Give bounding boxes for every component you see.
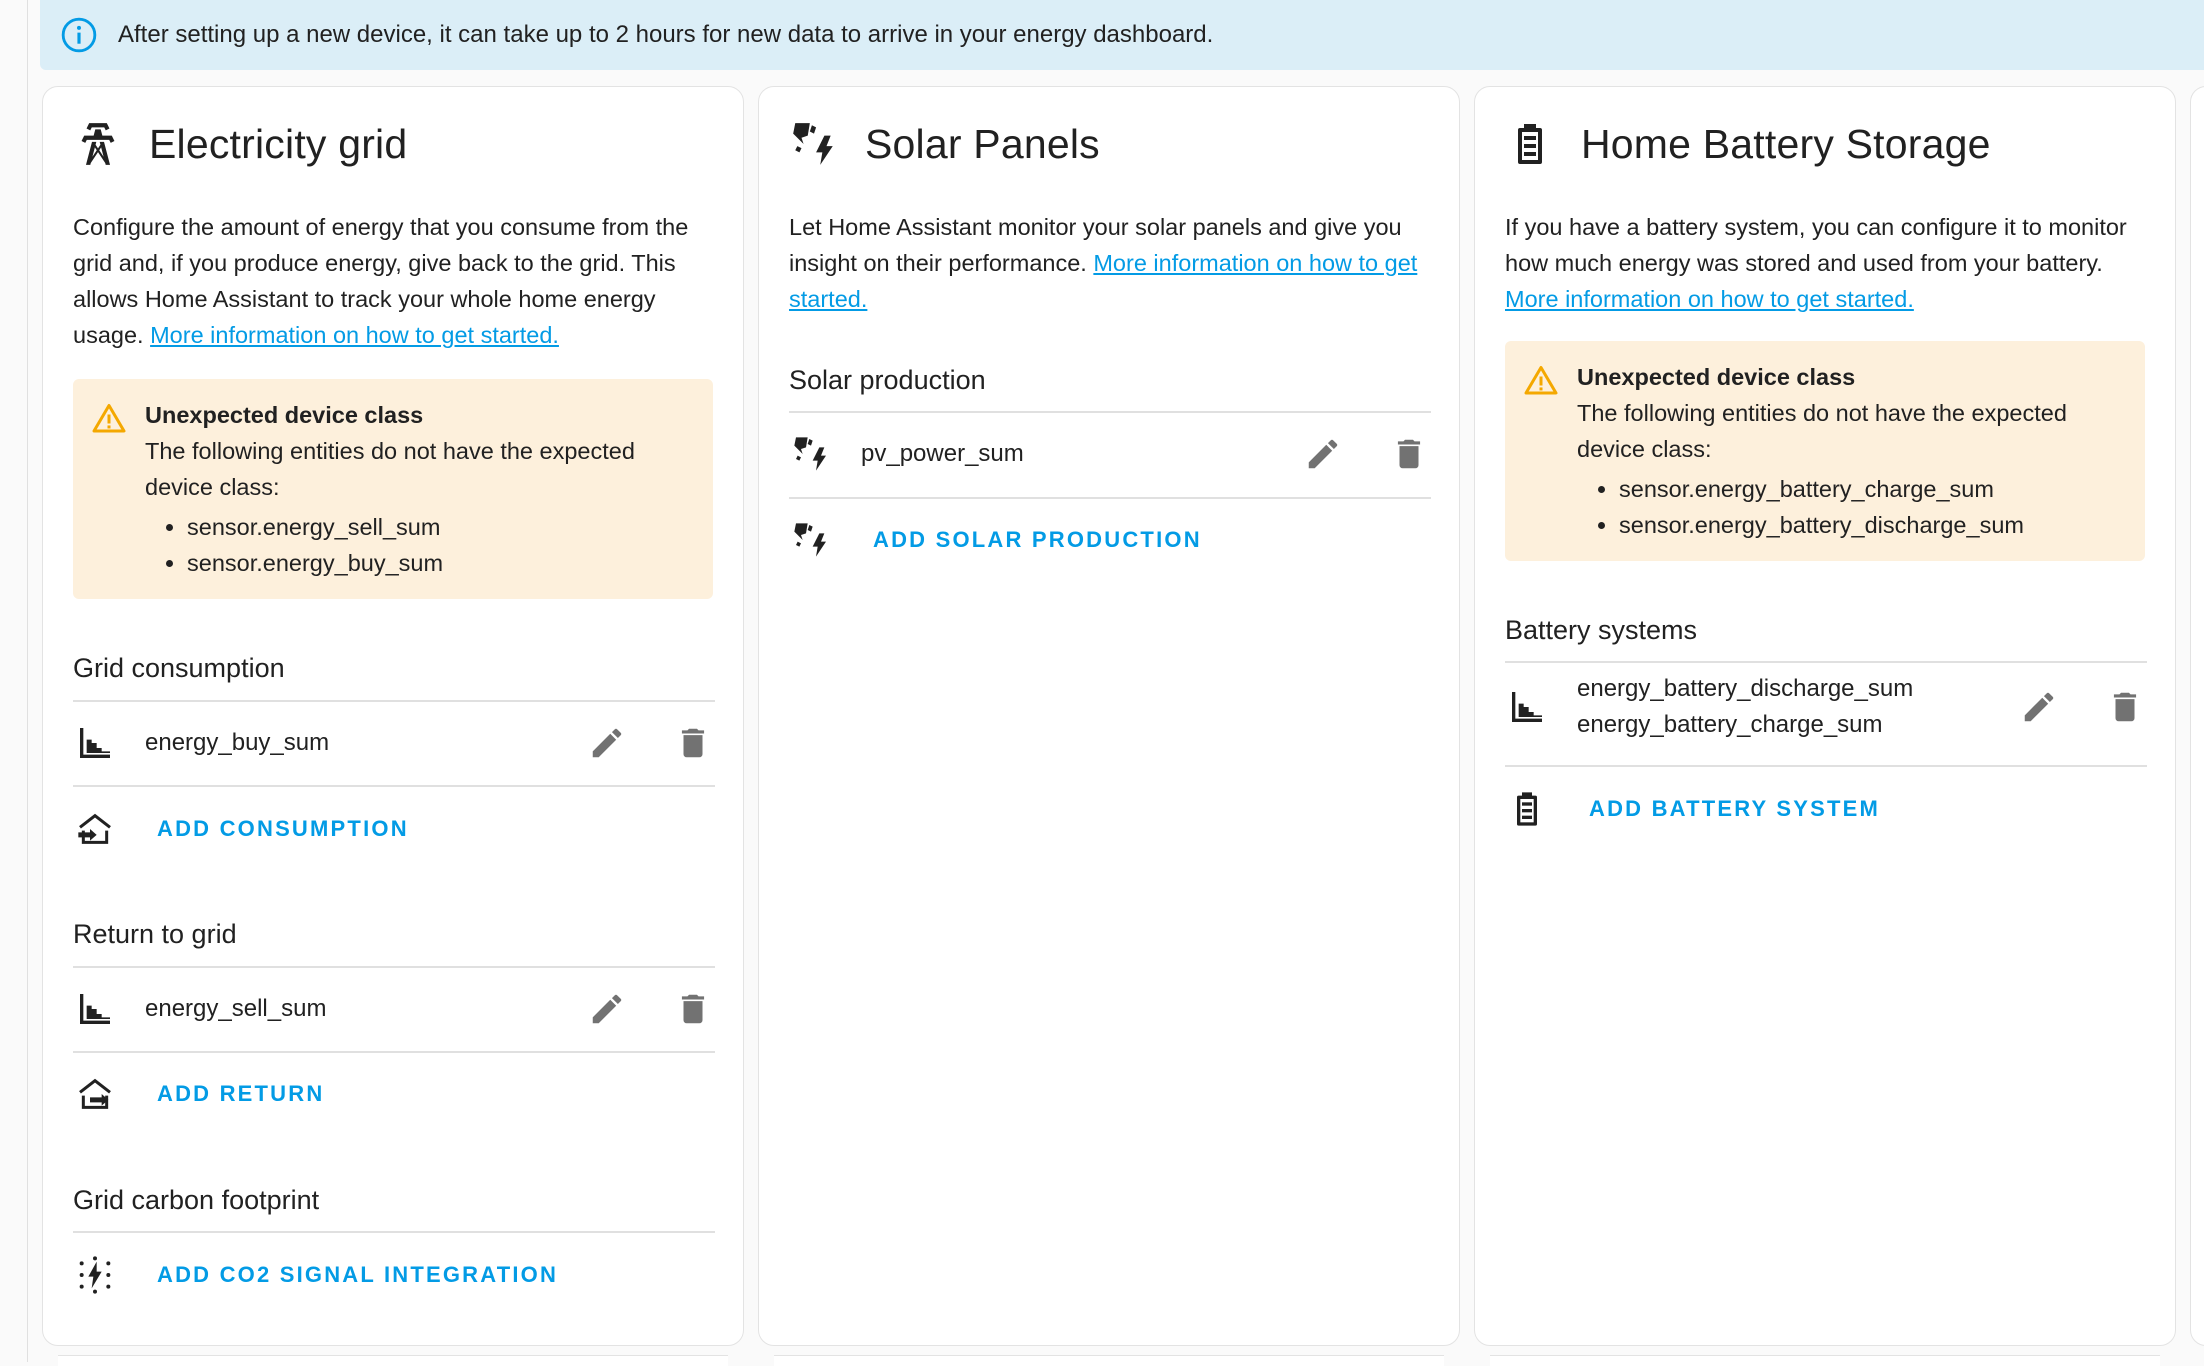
- add-return-label: ADD RETURN: [157, 1081, 325, 1106]
- warning-entity: sensor.energy_buy_sum: [187, 545, 693, 581]
- alert-triangle-icon: [1521, 363, 1561, 399]
- battery-entity-names: energy_battery_discharge_sum energy_batt…: [1577, 671, 1975, 743]
- solar-entity-row: pv_power_sum: [789, 412, 1431, 496]
- return-entity-name: energy_sell_sum: [145, 995, 327, 1022]
- warning-title: Unexpected device class: [145, 402, 424, 428]
- description-text: If you have a battery system, you can co…: [1505, 214, 2127, 276]
- solar-power-icon: [789, 116, 839, 172]
- add-return-button[interactable]: ADD RETURN: [73, 1052, 324, 1136]
- pencil-icon: [1308, 439, 1338, 469]
- card-description: Let Home Assistant monitor your solar pa…: [789, 209, 1429, 317]
- warning-entity: sensor.energy_sell_sum: [187, 509, 693, 545]
- card-title: Electricity grid: [149, 120, 408, 167]
- battery-systems-heading: Battery systems: [1505, 615, 1698, 645]
- card-description: If you have a battery system, you can co…: [1505, 209, 2145, 317]
- get-started-link[interactable]: More information on how to get started.: [1505, 286, 1914, 312]
- card-title: Home Battery Storage: [1581, 120, 1991, 167]
- delete-button[interactable]: [2103, 685, 2147, 729]
- card-description: Configure the amount of energy that you …: [73, 209, 713, 353]
- warning-entity: sensor.energy_battery_discharge_sum: [1619, 507, 2125, 543]
- get-started-link[interactable]: More information on how to get started.: [150, 322, 559, 348]
- trash-icon: [681, 994, 705, 1024]
- chart-step-icon: [73, 987, 117, 1031]
- edit-button[interactable]: [585, 987, 629, 1031]
- home-export-icon: [73, 1072, 117, 1116]
- card-title: Solar Panels: [865, 120, 1100, 167]
- add-battery-system-label: ADD BATTERY SYSTEM: [1589, 796, 1880, 821]
- trash-icon: [2113, 692, 2137, 722]
- consumption-entity-name: energy_buy_sum: [145, 729, 330, 756]
- warning-alert: Unexpected device class The following en…: [73, 379, 713, 599]
- warning-title: Unexpected device class: [1577, 364, 1856, 390]
- solar-production-heading: Solar production: [789, 365, 986, 395]
- delete-button[interactable]: [671, 987, 715, 1031]
- warning-text: The following entities do not have the e…: [1577, 400, 2067, 462]
- add-consumption-button[interactable]: ADD CONSUMPTION: [73, 787, 409, 871]
- card-below-edge: [774, 1355, 1444, 1366]
- add-co2-signal-button[interactable]: ADD CO2 SIGNAL INTEGRATION: [73, 1233, 558, 1317]
- battery-discharge-entity: energy_battery_discharge_sum: [1577, 675, 1914, 702]
- edit-button[interactable]: [585, 721, 629, 765]
- add-battery-system-button[interactable]: ADD BATTERY SYSTEM: [1505, 767, 1880, 851]
- transmission-tower-icon: [73, 116, 123, 172]
- warning-alert: Unexpected device class The following en…: [1505, 341, 2145, 561]
- edit-button[interactable]: [2017, 685, 2061, 729]
- solar-power-icon: [789, 432, 833, 476]
- info-banner: After setting up a new device, it can ta…: [40, 0, 2204, 70]
- trash-icon: [1397, 439, 1421, 469]
- card-header: Solar Panels: [789, 109, 1100, 179]
- edit-button[interactable]: [1301, 432, 1345, 476]
- pencil-icon: [592, 994, 622, 1024]
- home-battery-card: Home Battery Storage If you have a batte…: [1474, 86, 2176, 1346]
- return-to-grid-heading: Return to grid: [73, 919, 237, 949]
- chart-step-icon: [1505, 685, 1549, 729]
- add-solar-production-button[interactable]: ADD SOLAR PRODUCTION: [789, 498, 1202, 582]
- add-co2-signal-label: ADD CO2 SIGNAL INTEGRATION: [157, 1262, 559, 1287]
- solar-entity-name: pv_power_sum: [861, 440, 1024, 467]
- page-edge: [0, 0, 28, 1362]
- chart-step-icon: [73, 721, 117, 765]
- card-header: Electricity grid: [73, 109, 407, 179]
- info-icon: [60, 16, 98, 54]
- battery-entity-row: energy_battery_discharge_sum energy_batt…: [1505, 662, 2147, 752]
- next-card-edge: [2190, 86, 2204, 1346]
- card-header: Home Battery Storage: [1505, 109, 1991, 179]
- trash-icon: [681, 728, 705, 758]
- add-consumption-label: ADD CONSUMPTION: [157, 816, 409, 841]
- card-below-edge: [1490, 1355, 2160, 1366]
- warning-entity-list: sensor.energy_sell_sum sensor.energy_buy…: [145, 509, 693, 581]
- home-import-icon: [73, 807, 117, 851]
- warning-text: The following entities do not have the e…: [145, 438, 635, 500]
- pencil-icon: [592, 728, 622, 758]
- battery-icon: [1505, 116, 1555, 172]
- electricity-grid-card: Electricity grid Configure the amount of…: [42, 86, 744, 1346]
- delete-button[interactable]: [671, 721, 715, 765]
- return-entity-row: energy_sell_sum: [73, 967, 715, 1051]
- delete-button[interactable]: [1387, 432, 1431, 476]
- battery-charge-entity: energy_battery_charge_sum: [1577, 711, 1883, 738]
- solar-power-icon: [789, 518, 833, 562]
- molecule-co2-icon: [73, 1253, 117, 1297]
- pencil-icon: [2024, 692, 2054, 722]
- grid-consumption-heading: Grid consumption: [73, 653, 285, 683]
- alert-triangle-icon: [89, 401, 129, 437]
- add-solar-production-label: ADD SOLAR PRODUCTION: [873, 527, 1202, 552]
- grid-carbon-heading: Grid carbon footprint: [73, 1185, 320, 1215]
- info-banner-text: After setting up a new device, it can ta…: [118, 21, 1214, 48]
- battery-icon: [1505, 787, 1549, 831]
- warning-entity: sensor.energy_battery_charge_sum: [1619, 471, 2125, 507]
- solar-panels-card: Solar Panels Let Home Assistant monitor …: [758, 86, 1460, 1346]
- warning-entity-list: sensor.energy_battery_charge_sum sensor.…: [1577, 471, 2125, 543]
- consumption-entity-row: energy_buy_sum: [73, 701, 715, 785]
- card-below-edge: [58, 1355, 728, 1366]
